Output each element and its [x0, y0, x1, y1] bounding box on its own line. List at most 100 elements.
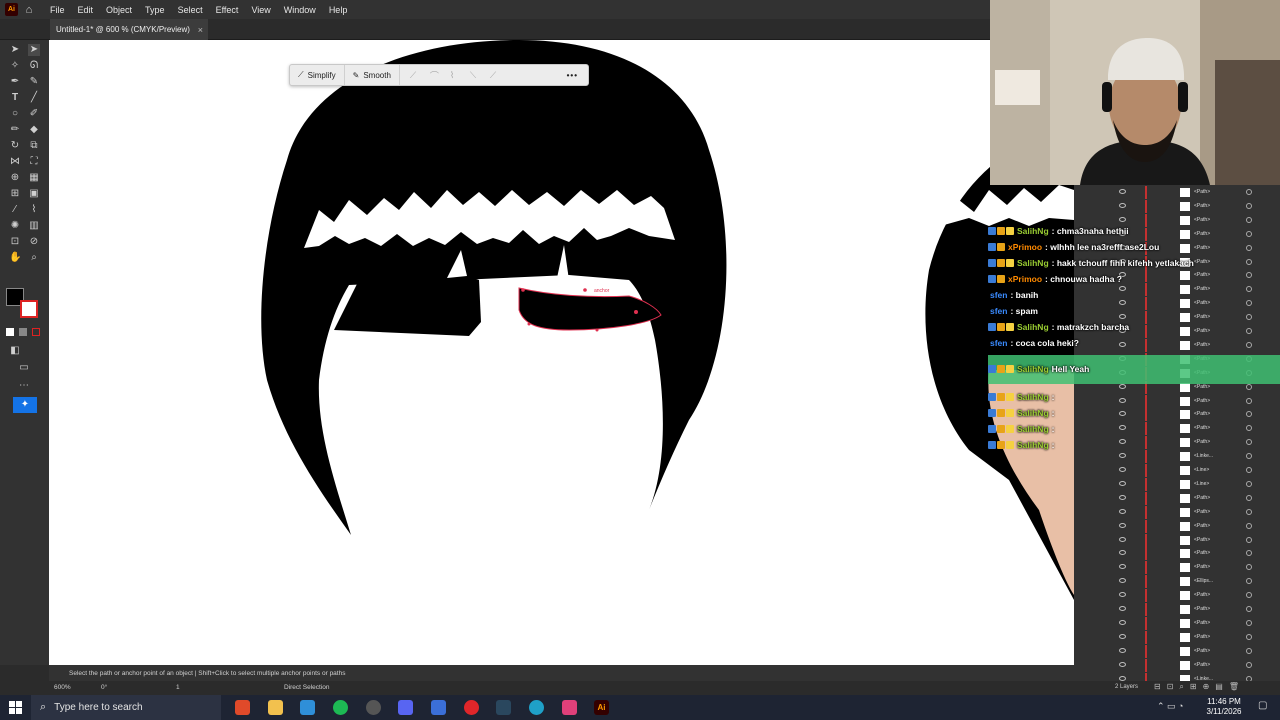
menu-select[interactable]: Select — [178, 5, 203, 15]
target-icon[interactable] — [1246, 300, 1252, 307]
menu-edit[interactable]: Edit — [78, 5, 94, 15]
artboard-tool-icon[interactable]: ⊡ — [9, 236, 21, 248]
target-icon[interactable] — [1246, 592, 1252, 599]
width-tool-icon[interactable]: ⋈ — [9, 156, 21, 168]
layer-row[interactable]: <Path> — [1114, 630, 1280, 644]
layer-row[interactable]: <Path> — [1114, 505, 1280, 519]
target-icon[interactable] — [1246, 202, 1252, 209]
gradient-mode-icon[interactable] — [19, 328, 27, 336]
target-icon[interactable] — [1246, 286, 1252, 293]
discord-icon[interactable] — [398, 700, 413, 715]
opera-gx-icon[interactable] — [464, 700, 479, 715]
copilot-app-icon[interactable] — [235, 700, 250, 715]
visibility-eye-icon[interactable] — [1119, 647, 1126, 653]
target-icon[interactable] — [1246, 453, 1252, 460]
visibility-eye-icon[interactable] — [1119, 494, 1126, 500]
target-icon[interactable] — [1246, 425, 1252, 432]
edge-icon[interactable] — [529, 700, 544, 715]
type-tool-icon[interactable]: T — [9, 92, 21, 104]
layer-row[interactable]: <Path> — [1114, 186, 1280, 199]
home-icon[interactable]: ⌂ — [22, 3, 36, 17]
blend-tool-icon[interactable]: ⌇ — [28, 204, 40, 216]
system-tray-icons[interactable]: ⌃ ▭ ◔ — [1157, 701, 1183, 712]
menu-effect[interactable]: Effect — [216, 5, 239, 15]
target-icon[interactable] — [1246, 439, 1252, 446]
layer-row[interactable]: <Path> — [1114, 644, 1280, 658]
hand-tool-icon[interactable]: ✋ — [9, 252, 21, 264]
target-icon[interactable] — [1246, 606, 1252, 612]
layer-row[interactable]: <Path> — [1114, 603, 1280, 616]
ellipse-tool-icon[interactable]: ○ — [9, 108, 21, 120]
color-mode-icon[interactable] — [6, 328, 14, 336]
menu-view[interactable]: View — [251, 5, 270, 15]
document-tab[interactable]: Untitled-1* @ 600 % (CMYK/Preview) × — [50, 19, 208, 40]
scale-tool-icon[interactable]: ⧉ — [28, 140, 40, 152]
join-icon[interactable]: ⟋ — [410, 70, 420, 81]
target-icon[interactable] — [1246, 647, 1252, 654]
curvature-tool-icon[interactable]: ✎ — [28, 76, 40, 88]
menu-type[interactable]: Type — [145, 5, 165, 15]
photos-icon[interactable] — [562, 700, 577, 715]
visibility-eye-icon[interactable] — [1119, 661, 1126, 667]
target-icon[interactable] — [1246, 564, 1252, 571]
average-icon[interactable]: ⌒ — [430, 69, 440, 82]
current-tool[interactable]: Direct Selection — [284, 684, 330, 691]
target-icon[interactable] — [1246, 328, 1252, 334]
target-icon[interactable] — [1246, 467, 1252, 473]
taskbar-search-box[interactable]: ⌕ Type here to search — [31, 695, 221, 720]
cut-path-icon[interactable]: ⌇ — [450, 70, 460, 81]
taskbar-clock[interactable]: 11:46 PM 3/11/2026 — [1198, 697, 1250, 717]
layer-row[interactable]: <Ellips... — [1114, 575, 1280, 589]
steam-icon[interactable] — [496, 700, 511, 715]
target-icon[interactable] — [1246, 244, 1252, 251]
target-icon[interactable] — [1246, 508, 1252, 515]
visibility-eye-icon[interactable] — [1119, 592, 1126, 598]
target-icon[interactable] — [1246, 633, 1252, 640]
file-explorer-icon[interactable] — [268, 700, 283, 715]
eraser-icon[interactable]: ◆ — [28, 124, 40, 136]
target-icon[interactable] — [1246, 383, 1252, 390]
free-transform-icon[interactable]: ⛶ — [28, 156, 40, 168]
store-icon[interactable] — [431, 700, 446, 715]
perspective-grid-icon[interactable]: ▦ — [28, 172, 40, 184]
puppet-warp-icon[interactable]: ✦ — [13, 397, 37, 413]
layer-row[interactable]: <Path> — [1114, 533, 1280, 547]
visibility-eye-icon[interactable] — [1119, 564, 1126, 570]
selection-tool-icon[interactable]: ➤ — [9, 44, 21, 56]
target-icon[interactable] — [1246, 536, 1252, 543]
target-icon[interactable] — [1246, 397, 1252, 404]
eyedropper-icon[interactable]: ⁄ — [9, 204, 21, 216]
zoom-level[interactable]: 600% — [54, 684, 71, 691]
stroke-swatch[interactable] — [20, 300, 38, 318]
paintbrush-icon[interactable]: ✐ — [28, 108, 40, 120]
symbol-sprayer-icon[interactable]: ✺ — [9, 220, 21, 232]
obs-icon[interactable] — [366, 700, 381, 715]
target-icon[interactable] — [1246, 189, 1252, 195]
mesh-tool-icon[interactable]: ⊞ — [9, 188, 21, 200]
target-icon[interactable] — [1246, 619, 1252, 626]
gradient-tool-icon[interactable]: ▣ — [28, 188, 40, 200]
menu-window[interactable]: Window — [284, 5, 316, 15]
target-icon[interactable] — [1246, 522, 1252, 529]
illustrator-taskbar-icon[interactable]: Ai — [594, 700, 609, 715]
artboard-number[interactable]: 1 — [176, 684, 180, 691]
visibility-eye-icon[interactable] — [1119, 536, 1126, 542]
screen-mode-icon[interactable]: ▭ — [18, 362, 30, 374]
target-icon[interactable] — [1246, 411, 1252, 418]
layer-row[interactable]: <Line> — [1114, 464, 1280, 477]
direct-selection-tool-icon[interactable]: ➤ — [28, 44, 40, 56]
menu-file[interactable]: File — [50, 5, 65, 15]
visibility-eye-icon[interactable] — [1119, 202, 1126, 208]
windows-start-icon[interactable] — [9, 701, 22, 714]
layer-row[interactable]: <Path> — [1114, 589, 1280, 603]
target-icon[interactable] — [1246, 578, 1252, 585]
target-icon[interactable] — [1246, 258, 1252, 265]
smooth-button[interactable]: ✎ Smooth — [345, 65, 400, 85]
target-icon[interactable] — [1246, 494, 1252, 501]
close-tab-icon[interactable]: × — [198, 25, 203, 35]
shaper-tool-icon[interactable]: ✏ — [9, 124, 21, 136]
artboard-canvas[interactable]: anchor ➤ — [49, 40, 1074, 665]
anchor-corner-icon[interactable]: ⟍ — [470, 70, 480, 81]
menu-help[interactable]: Help — [329, 5, 348, 15]
visibility-eye-icon[interactable] — [1119, 550, 1126, 556]
